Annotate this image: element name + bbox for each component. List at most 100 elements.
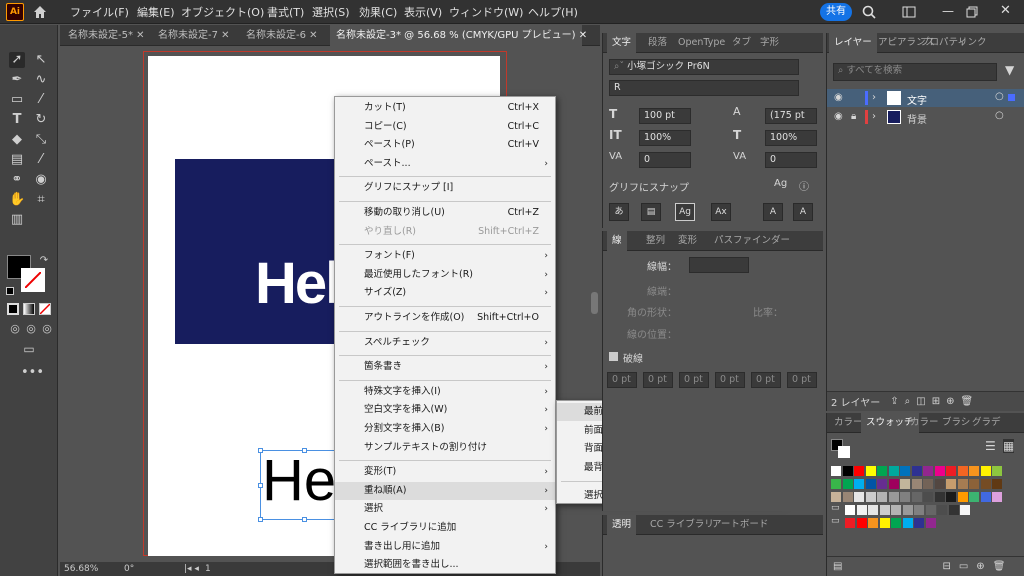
color-swatch[interactable] <box>911 492 922 502</box>
leading-field[interactable]: (175 pt <box>765 108 817 124</box>
menu-file[interactable]: ファイル(F) <box>70 4 129 20</box>
draw-behind-icon[interactable]: ◎ <box>23 321 39 337</box>
color-swatch[interactable] <box>868 505 878 515</box>
color-swatch[interactable] <box>900 466 910 476</box>
color-swatch[interactable] <box>877 466 887 476</box>
color-swatch[interactable] <box>925 518 936 528</box>
color-swatch[interactable] <box>992 479 1002 489</box>
home-icon[interactable] <box>32 4 48 20</box>
artboard-tool-icon[interactable]: ⌗ <box>33 192 49 208</box>
minimize-icon[interactable]: — <box>942 4 954 18</box>
swatch-options-icon[interactable]: ⊟ <box>942 561 950 572</box>
context-menu-item[interactable]: フォント(F) › <box>335 247 555 265</box>
restore-icon[interactable] <box>966 6 978 18</box>
color-swatch[interactable] <box>969 492 979 502</box>
search-icon[interactable] <box>862 5 876 19</box>
context-menu-item[interactable]: 重ね順(A) › <box>335 481 555 500</box>
kerning-field[interactable]: 0 <box>639 152 691 168</box>
blend-tool-icon[interactable]: ⚭ <box>9 172 25 188</box>
color-swatch[interactable] <box>957 492 968 502</box>
color-swatch[interactable] <box>877 492 887 502</box>
color-swatch[interactable] <box>911 479 922 489</box>
color-swatch[interactable] <box>934 466 945 476</box>
curvature-tool-icon[interactable]: ∿ <box>33 72 49 88</box>
more-tools-icon[interactable]: ••• <box>21 365 44 381</box>
color-swatch[interactable] <box>992 492 1002 502</box>
color-swatch[interactable] <box>888 492 899 502</box>
context-menu-item[interactable]: ペースト... › <box>335 155 555 173</box>
resize-handle[interactable] <box>302 448 307 453</box>
color-swatch[interactable] <box>960 505 970 515</box>
color-swatch[interactable] <box>831 492 841 502</box>
context-menu-item[interactable]: 書き出し用に追加 › <box>335 538 555 556</box>
font-size-field[interactable]: 100 pt <box>639 108 691 124</box>
color-swatch[interactable] <box>845 505 855 515</box>
eraser-tool-icon[interactable]: ◆ <box>9 132 25 148</box>
menu-type[interactable]: 書式(T) <box>267 4 304 20</box>
workspace-icon[interactable] <box>902 6 916 18</box>
snap-proximity-icon[interactable]: Ax <box>711 203 731 221</box>
color-swatch[interactable] <box>911 466 922 476</box>
menu-select[interactable]: 選択(S) <box>312 4 350 20</box>
context-menu-item[interactable]: 空白文字を挿入(W) › <box>335 401 555 419</box>
resize-handle[interactable] <box>258 483 263 488</box>
color-swatch[interactable] <box>914 518 924 528</box>
color-swatch[interactable] <box>937 505 947 515</box>
font-family-field[interactable]: ⌕ˇ 小塚ゴシック Pr6N <box>609 59 799 75</box>
color-swatch[interactable] <box>842 479 853 489</box>
color-swatch[interactable] <box>888 479 899 489</box>
screen-mode-icon[interactable]: ▭ <box>21 341 37 357</box>
filter-icon[interactable]: ▼ <box>1005 63 1014 77</box>
direct-selection-tool-icon[interactable]: ↖ <box>33 52 49 68</box>
color-swatch[interactable] <box>891 505 901 515</box>
locate-object-icon[interactable]: ⌕ <box>905 396 911 407</box>
dash-value[interactable]: 0 pt <box>679 372 709 388</box>
artboard-number[interactable]: 1 <box>205 564 211 574</box>
graph-tool-icon[interactable]: ▥ <box>9 212 25 228</box>
color-swatch[interactable] <box>934 479 945 489</box>
color-swatch[interactable] <box>934 492 945 502</box>
selection-indicator[interactable] <box>1008 94 1015 101</box>
brush-tool-icon[interactable]: ⁄ <box>33 92 49 108</box>
dash-checkbox[interactable] <box>609 352 618 361</box>
menu-view[interactable]: 表示(V) <box>404 4 442 20</box>
list-view-icon[interactable]: ☰ <box>985 439 996 453</box>
color-swatch[interactable] <box>900 492 910 502</box>
resize-handle[interactable] <box>258 448 263 453</box>
new-swatch-icon[interactable]: ⊕ <box>976 561 984 572</box>
target-icon[interactable]: ○ <box>995 110 1004 121</box>
doc-tab[interactable]: 名称未設定-5* ✕ <box>62 25 151 46</box>
color-swatch[interactable] <box>923 466 933 476</box>
draw-normal-icon[interactable]: ◎ <box>7 321 23 337</box>
tab-glyphs[interactable]: 字形 <box>755 33 784 53</box>
color-group-folder-icon[interactable]: ▭ <box>831 516 840 526</box>
doc-tab[interactable]: 名称未設定-6 ✕ <box>240 25 324 46</box>
layer-row[interactable]: ◉ 🔒︎ › 背景 ○ <box>827 108 1024 126</box>
export-icon[interactable]: ⇪ <box>890 396 898 407</box>
color-swatch[interactable] <box>923 479 933 489</box>
new-color-group-icon[interactable]: ▭ <box>959 561 968 572</box>
rotation-angle[interactable]: 0° <box>124 564 164 574</box>
delete-swatch-icon[interactable]: 🗑︎ <box>993 561 1006 572</box>
color-swatch[interactable] <box>957 479 968 489</box>
color-swatch[interactable] <box>980 466 991 476</box>
context-menu-item[interactable]: 箇条書き › <box>335 358 555 376</box>
vertical-scrollbar[interactable] <box>591 292 598 314</box>
menu-window[interactable]: ウィンドウ(W) <box>449 4 523 20</box>
navy-text[interactable]: Hel <box>255 250 341 317</box>
layer-name[interactable]: 文字 <box>907 92 927 107</box>
default-colors-icon[interactable] <box>6 287 14 295</box>
tab-character[interactable]: 文字 <box>607 33 637 53</box>
context-menu-item[interactable]: カット(T) Ctrl+X <box>335 99 555 117</box>
color-swatch[interactable] <box>969 479 979 489</box>
context-menu-item[interactable]: 特殊文字を挿入(I) › <box>335 383 555 401</box>
tab-tabs[interactable]: タブ <box>727 33 756 53</box>
new-sublayer-icon[interactable]: ⊞ <box>932 396 940 407</box>
new-layer-icon[interactable]: ⊕ <box>946 396 954 407</box>
context-menu-item[interactable]: 選択 › <box>335 500 555 518</box>
color-swatch[interactable] <box>980 492 991 502</box>
tab-align[interactable]: 整列 <box>641 231 670 251</box>
prev-artboard-icon[interactable]: |◂ ◂ <box>184 564 199 574</box>
snap-italic-icon[interactable]: A <box>793 203 813 221</box>
tab-transparency[interactable]: 透明 <box>607 515 637 535</box>
